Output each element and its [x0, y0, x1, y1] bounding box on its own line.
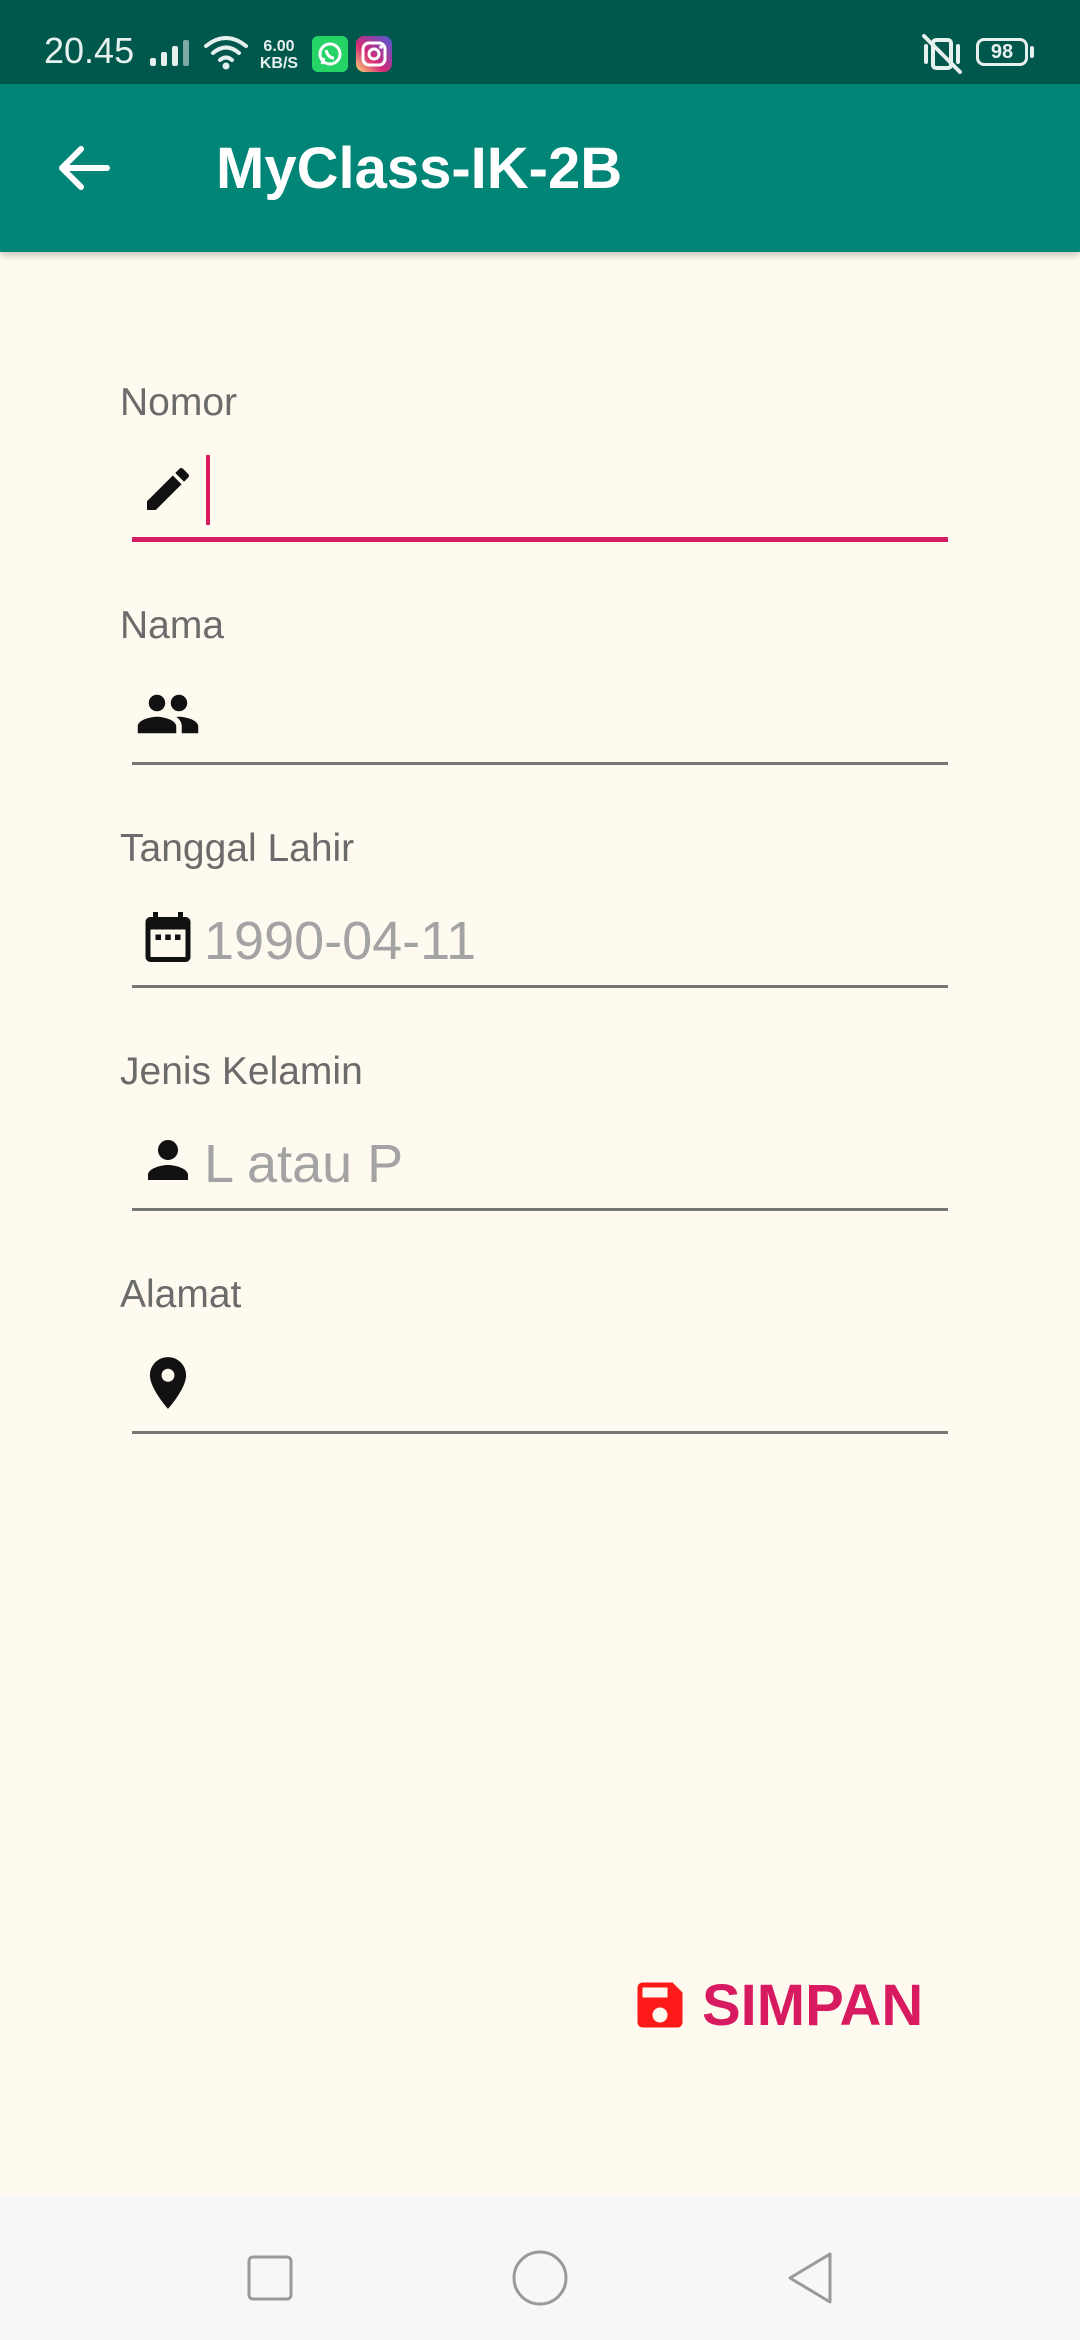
status-time: 20.45: [44, 30, 135, 71]
calendar-icon: [132, 901, 204, 973]
person-icon: [132, 1124, 204, 1196]
nomor-label: Nomor: [120, 381, 238, 424]
nama-label: Nama: [120, 604, 225, 647]
tanggal-lahir-label: Tanggal Lahir: [120, 827, 355, 870]
alamat-input[interactable]: [204, 1351, 934, 1423]
location-pin-icon: [132, 1347, 204, 1419]
nama-input[interactable]: [204, 682, 934, 754]
recent-apps-button[interactable]: [230, 2238, 310, 2318]
recent-apps-icon: [247, 2255, 293, 2301]
network-speed: 6.00 KB/S: [258, 38, 300, 72]
battery-icon: 98: [976, 38, 1028, 66]
back-triangle-icon: [788, 2252, 832, 2304]
save-button[interactable]: SIMPAN: [630, 1960, 923, 2050]
save-label: SIMPAN: [702, 1972, 924, 2038]
back-nav-button[interactable]: [770, 2238, 850, 2318]
nomor-input[interactable]: [204, 457, 934, 529]
network-speed-unit: KB/S: [259, 55, 299, 72]
nama-field[interactable]: [132, 669, 948, 765]
arrow-back-icon: [59, 146, 110, 190]
page-title: MyClass-IK-2B: [216, 136, 623, 201]
jenis-kelamin-field[interactable]: [132, 1115, 948, 1211]
alamat-label: Alamat: [120, 1273, 242, 1316]
vibrate-off-icon: [922, 34, 962, 74]
home-button[interactable]: [500, 2238, 580, 2318]
wifi-icon: [204, 36, 248, 70]
tanggal-lahir-input[interactable]: [204, 905, 934, 977]
jenis-kelamin-input[interactable]: [204, 1128, 934, 1200]
nomor-field[interactable]: [132, 446, 948, 542]
status-bar: 20.45 6.00 KB/S 98: [0, 0, 1080, 84]
whatsapp-icon: [312, 36, 348, 72]
network-speed-value: 6.00: [263, 38, 295, 55]
people-icon: [132, 678, 204, 750]
home-icon: [512, 2250, 568, 2306]
pencil-icon: [132, 453, 204, 525]
signal-icon: [150, 40, 189, 66]
jenis-kelamin-label: Jenis Kelamin: [120, 1050, 363, 1093]
floppy-disk-icon: [637, 1982, 683, 2028]
alamat-field[interactable]: [132, 1338, 948, 1434]
battery-tip: [1030, 46, 1034, 58]
tanggal-lahir-field[interactable]: [132, 892, 948, 988]
back-button[interactable]: [44, 128, 124, 208]
navigation-bar: [0, 2196, 1080, 2340]
instagram-icon: [356, 36, 392, 72]
